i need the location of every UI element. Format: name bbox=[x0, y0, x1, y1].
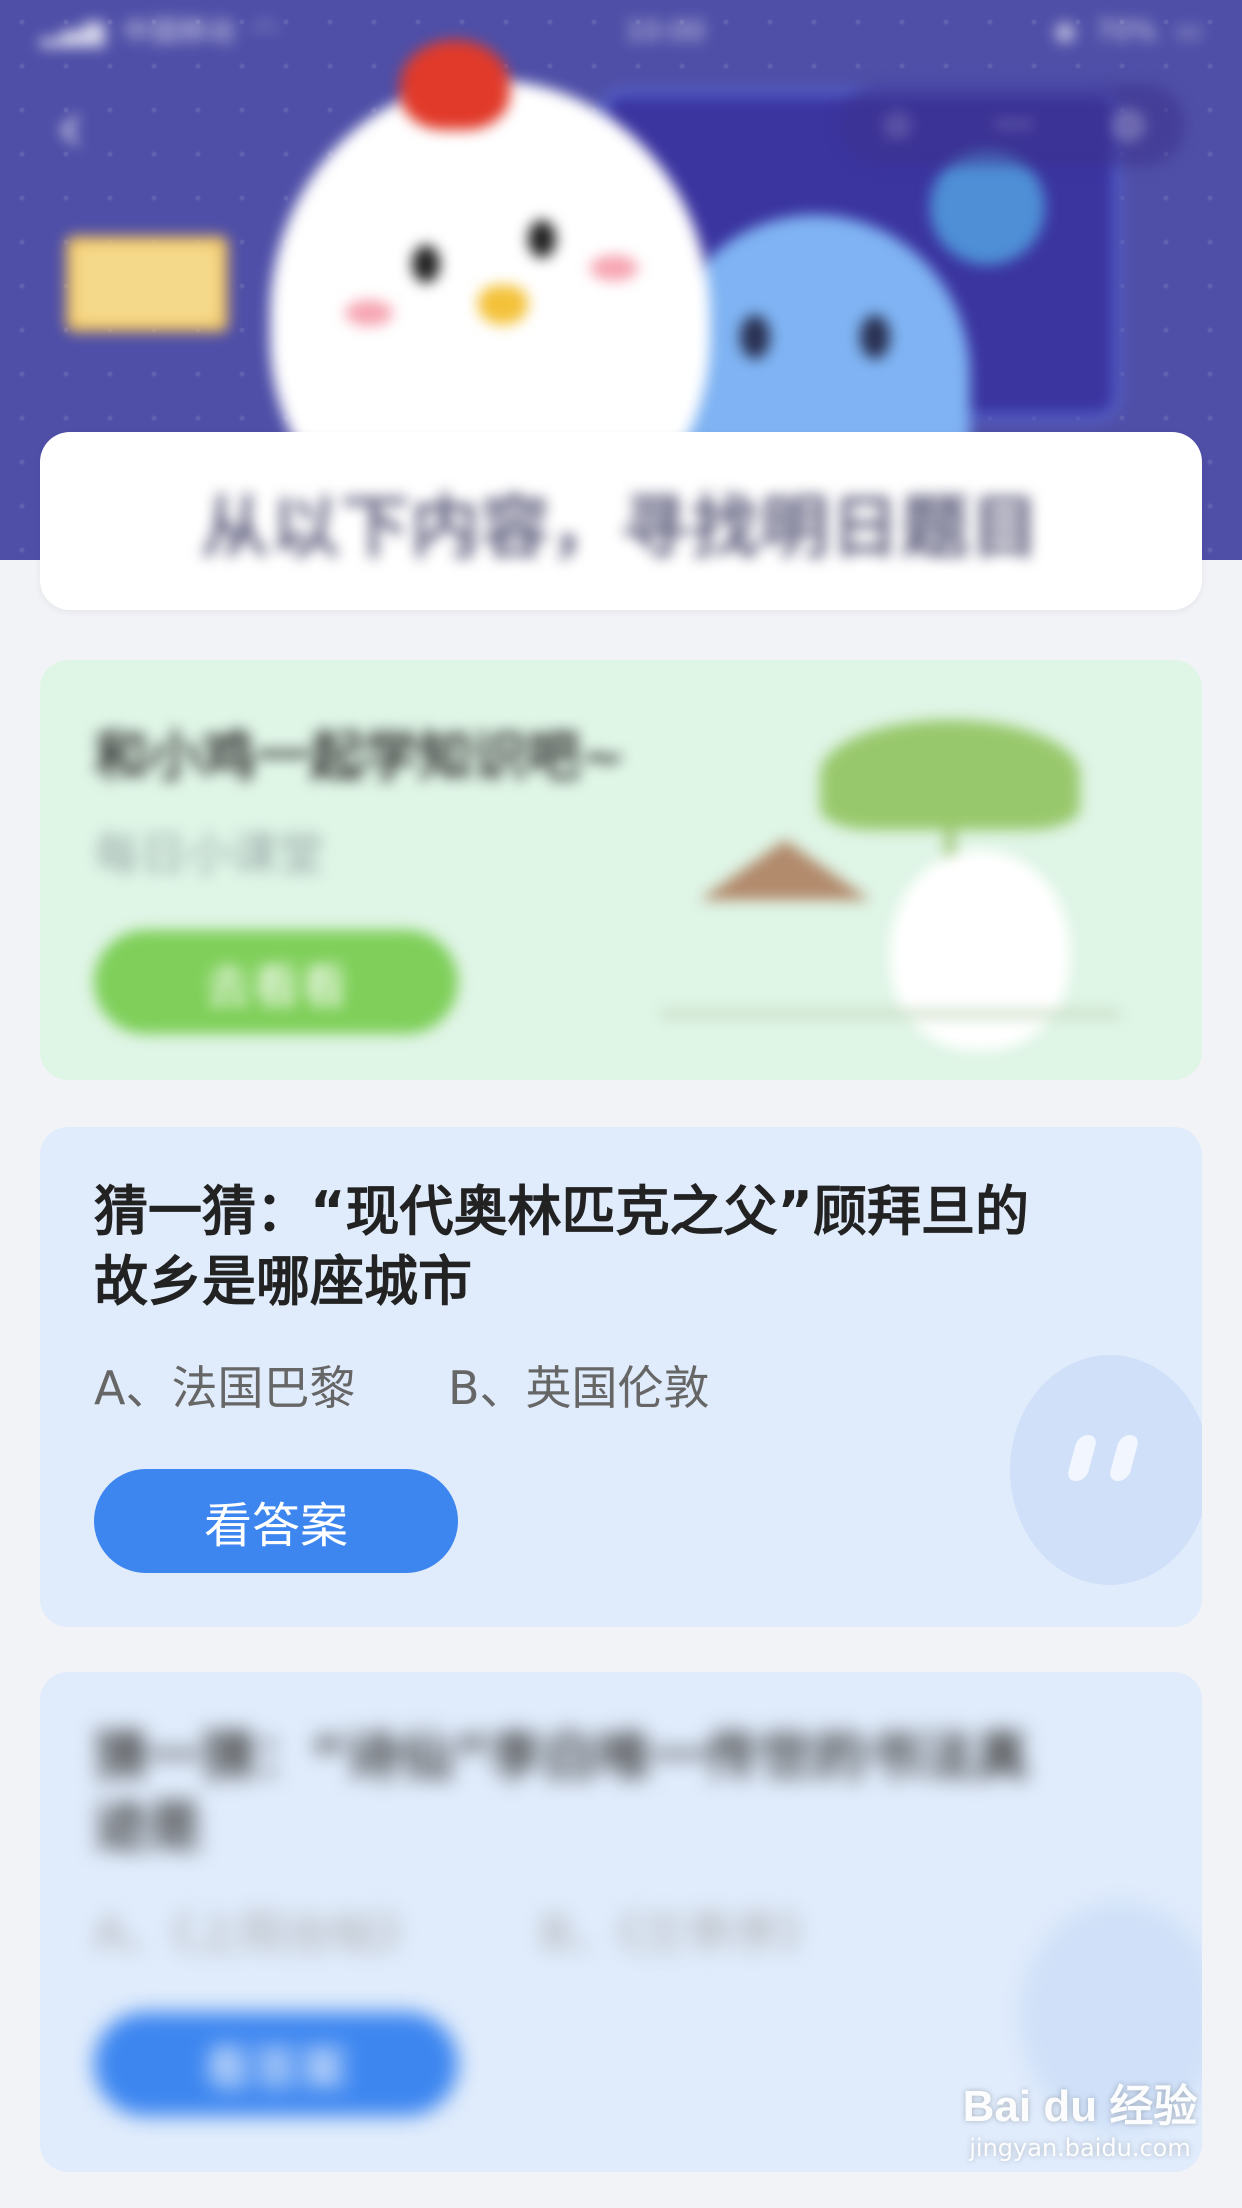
baidu-jingyan-watermark: Bai du 经验 jingyan.baidu.com bbox=[950, 2070, 1210, 2162]
hanging-sign-illustration bbox=[66, 236, 228, 332]
chicken-illustration bbox=[890, 850, 1070, 1050]
mini-program-capsule[interactable]: ☆ ··· ⊙ bbox=[840, 84, 1185, 166]
watermark-logo: Bai du 经验 bbox=[962, 2082, 1198, 2131]
hero-title-card: 从以下内容，寻找明日题目 bbox=[40, 432, 1202, 610]
chicken-comb bbox=[400, 40, 510, 130]
next-option-b: B、《兰亭序》 bbox=[540, 1906, 825, 1960]
watermark-url: jingyan.baidu.com bbox=[969, 2134, 1191, 2162]
quiz-option-a: A、法国巴黎 bbox=[94, 1361, 356, 1415]
next-question-line1: 猜一猜：“诗仙”李白唯一传世的书法真 bbox=[94, 1725, 1029, 1788]
chat-bubble-icon bbox=[1010, 1355, 1202, 1585]
carrier-label: 中国移动 bbox=[122, 15, 235, 48]
status-time: 10:00 bbox=[624, 13, 706, 47]
lesson-card-subtitle: 每日小课堂 bbox=[94, 827, 324, 881]
close-circle-icon[interactable]: ⊙ bbox=[1112, 102, 1146, 148]
globe-illustration bbox=[930, 150, 1045, 265]
chicken-cheek bbox=[345, 300, 393, 326]
battery-icon: ▭ bbox=[1175, 13, 1202, 47]
alarm-icon: ◉ bbox=[1052, 13, 1078, 47]
signal-icon: ▂▄▆ bbox=[40, 13, 105, 47]
chicken-eye bbox=[412, 245, 440, 283]
next-question-line2: 迹是 bbox=[94, 1795, 202, 1858]
lesson-go-button[interactable]: 去看看 bbox=[94, 930, 458, 1034]
lotus-leaf-illustration bbox=[820, 720, 1080, 830]
quiz-card: 猜一猜：“现代奥林匹克之父”顾拜旦的 故乡是哪座城市 A、法国巴黎 B、英国伦敦… bbox=[40, 1127, 1202, 1627]
chevron-left-icon[interactable]: ‹ bbox=[56, 92, 116, 162]
pavilion-illustration bbox=[700, 840, 870, 900]
quiz-question-line2: 故乡是哪座城市 bbox=[94, 1250, 472, 1313]
quiz-option-b: B、英国伦敦 bbox=[448, 1361, 710, 1415]
more-icon[interactable]: ··· bbox=[995, 102, 1033, 148]
chicken-cheek bbox=[590, 255, 638, 281]
next-view-answer-button[interactable]: 看答案 bbox=[94, 2012, 458, 2116]
page-title: 从以下内容，寻找明日题目 bbox=[200, 488, 1041, 568]
chicken-eye bbox=[528, 220, 556, 258]
chicken-beak bbox=[478, 285, 528, 325]
view-answer-button[interactable]: 看答案 bbox=[94, 1469, 458, 1573]
battery-percent: 70% bbox=[1095, 13, 1158, 47]
star-icon[interactable]: ☆ bbox=[880, 102, 916, 148]
next-option-a: A、《上阳台帖》 bbox=[94, 1906, 425, 1960]
quiz-question-line1: 猜一猜：“现代奥林匹克之父”顾拜旦的 bbox=[94, 1180, 1029, 1243]
status-bar: ▂▄▆ 中国移动 ◠ 10:00 ◉ 70% ▭ bbox=[0, 0, 1242, 60]
lesson-card-title: 和小鸡一起学知识吧~ bbox=[94, 725, 626, 788]
lesson-card-content: 和小鸡一起学知识吧~ 每日小课堂 去看看 bbox=[40, 660, 1202, 1080]
lesson-card[interactable]: 和小鸡一起学知识吧~ 每日小课堂 去看看 bbox=[40, 660, 1202, 1080]
ground-line bbox=[660, 1010, 1120, 1018]
wifi-icon: ◠ bbox=[252, 13, 278, 47]
